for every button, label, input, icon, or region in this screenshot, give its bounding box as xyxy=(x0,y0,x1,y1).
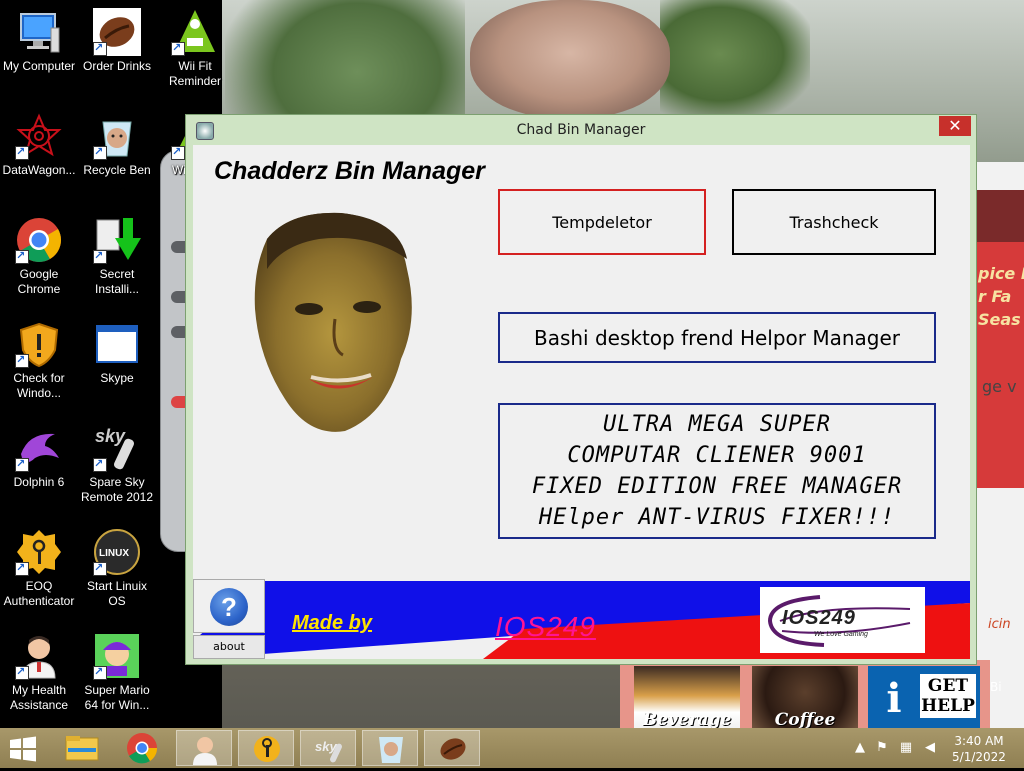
clock-date[interactable]: 5/1/2022 xyxy=(946,750,1012,764)
desktop-icon-skype[interactable]: Skype xyxy=(79,320,155,386)
desktop-icon-datawagon[interactable]: DataWagon... xyxy=(1,112,77,178)
author-link[interactable]: IOS249 xyxy=(495,611,596,643)
close-button[interactable]: ✕ xyxy=(939,116,971,136)
desktop-icon-recycle-ben[interactable]: Recycle Ben xyxy=(79,112,155,178)
coffee-bean-icon xyxy=(440,738,466,760)
desktop-icon-check-for-windows[interactable]: Check for Windo... xyxy=(1,320,77,401)
sky-remote-icon: sky xyxy=(315,739,342,763)
taskbar-chrome[interactable] xyxy=(114,730,170,766)
taskbar-my-health[interactable] xyxy=(176,730,232,766)
network-icon[interactable]: ▦ xyxy=(898,740,914,756)
chrome-icon xyxy=(15,216,63,264)
windows-logo-icon xyxy=(10,736,36,762)
coffee-tile[interactable]: Coffee xyxy=(752,666,858,732)
desktop-icon-start-linuix-os[interactable]: LINUX Start Linuix OS xyxy=(79,528,155,609)
face-image xyxy=(249,209,425,437)
desktop-icon-order-drinks[interactable]: Order Drinks xyxy=(79,8,155,74)
linux-icon: LINUX xyxy=(93,528,141,576)
download-arrow-icon xyxy=(93,216,141,264)
ios249-logo: IOS249 We Love Gaming xyxy=(760,587,925,653)
svg-text:LINUX: LINUX xyxy=(99,548,129,559)
page-link: icin xyxy=(988,617,1011,632)
speaker-icon[interactable]: ◀ xyxy=(922,740,938,756)
folder-icon xyxy=(65,736,99,761)
help-button[interactable]: ? xyxy=(193,579,265,633)
bashi-helper-button[interactable]: Bashi desktop frend Helpor Manager xyxy=(498,312,936,363)
desktop-icon-secret-installi[interactable]: Secret Installi... xyxy=(79,216,155,297)
taskbar-file-explorer[interactable] xyxy=(54,730,110,766)
desktop-icon-my-health-assistance[interactable]: My Health Assistance xyxy=(1,632,77,713)
background-person xyxy=(470,0,670,118)
doctor-icon xyxy=(15,632,63,680)
desktop-icon-super-mario-64[interactable]: Super Mario 64 for Win... xyxy=(79,632,155,713)
clock-time[interactable]: 3:40 AM xyxy=(946,734,1012,748)
desktop-icon-wii-fit-reminder[interactable]: Wii Fit Reminder xyxy=(157,8,233,89)
info-icon: i xyxy=(886,675,902,722)
window-title: Chad Bin Manager xyxy=(516,122,646,138)
recycle-bin-icon xyxy=(93,112,141,160)
key-badge-icon xyxy=(15,528,63,576)
taskbar-order-drinks[interactable] xyxy=(424,730,480,766)
desktop-icon-eoq-authenticator[interactable]: EOQ Authenticator xyxy=(1,528,77,609)
coffee-bean-icon xyxy=(93,8,141,56)
window-client-area: Chadderz Bin Manager Tempdeletor Trashch… xyxy=(193,145,970,659)
computer-icon xyxy=(15,8,63,56)
trashcheck-button[interactable]: Trashcheck xyxy=(732,189,936,255)
sky-remote-icon: sky xyxy=(93,424,141,472)
taskbar-sky-remote[interactable]: sky xyxy=(300,730,356,766)
ad-tiles: Beverage Coffee i GET HELP xyxy=(620,660,990,736)
app-heading: Chadderz Bin Manager xyxy=(214,157,485,185)
made-by-label: Made by xyxy=(292,612,373,634)
title-bar[interactable]: Chad Bin Manager ✕ xyxy=(186,115,976,145)
taskbar-eoq[interactable] xyxy=(238,730,294,766)
made-by-banner: Made by IOS249 IOS249 We Love Gaming xyxy=(193,581,970,659)
get-help-label: GET HELP xyxy=(920,674,976,718)
page-text: ge v xyxy=(982,377,1017,396)
tempdeletor-button[interactable]: Tempdeletor xyxy=(498,189,706,255)
dolphin-icon xyxy=(15,424,63,472)
key-badge-icon xyxy=(254,736,280,762)
chrome-icon xyxy=(127,733,158,764)
chevron-up-icon[interactable]: ▲ xyxy=(852,740,868,756)
recycle-bin-icon xyxy=(379,737,403,763)
get-help-tile[interactable]: i GET HELP xyxy=(868,666,980,732)
datawagon-icon xyxy=(15,112,63,160)
taskbar: sky ▲ ⚑ ▦ ◀ 3:40 AM 5/1/2022 xyxy=(0,728,1024,768)
ad-text: pice F r Fa Seas xyxy=(978,264,1024,329)
window-icon xyxy=(93,320,141,368)
page-text: Bi xyxy=(990,680,1002,694)
question-icon: ? xyxy=(210,588,248,626)
start-button[interactable] xyxy=(8,736,38,762)
game-icon xyxy=(93,632,141,680)
doctor-icon xyxy=(193,737,217,765)
ultra-cleaner-button[interactable]: ULTRA MEGA SUPER COMPUTAR CLIENER 9001 F… xyxy=(498,403,936,539)
beverage-tile[interactable]: Beverage xyxy=(634,666,740,732)
desktop-icon-dolphin-6[interactable]: Dolphin 6 xyxy=(1,424,77,490)
svg-text:sky: sky xyxy=(95,426,126,446)
taskbar-recycle-ben[interactable] xyxy=(362,730,418,766)
about-button[interactable]: about xyxy=(193,635,265,659)
desktop-icon-google-chrome[interactable]: Google Chrome xyxy=(1,216,77,297)
chad-bin-manager-window: Chad Bin Manager ✕ Chadderz Bin Manager xyxy=(185,114,977,665)
flag-icon[interactable]: ⚑ xyxy=(874,740,890,756)
background-browser-window: pice F r Fa Seas ge v icin Bi xyxy=(976,162,1024,732)
background-tree xyxy=(660,0,810,120)
shield-warning-icon xyxy=(15,320,63,368)
wii-fit-icon xyxy=(171,8,219,56)
desktop-icon-spare-sky-remote[interactable]: sky Spare Sky Remote 2012 xyxy=(79,424,155,505)
desktop-icon-my-computer[interactable]: My Computer xyxy=(1,8,77,74)
